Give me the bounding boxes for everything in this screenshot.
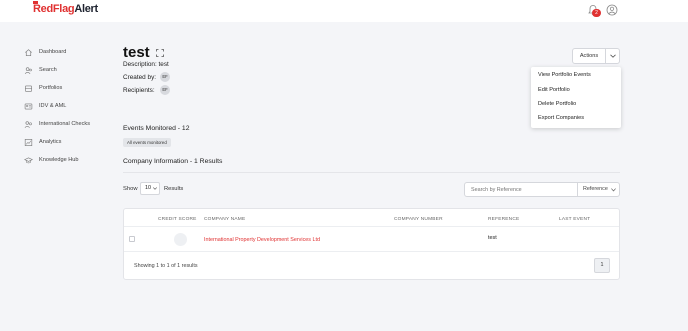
search-reference-input[interactable]: [464, 182, 578, 197]
description-value: test: [158, 61, 169, 68]
search-people-icon: [24, 66, 32, 74]
created-by-avatar[interactable]: EF: [160, 72, 170, 82]
brand-logo[interactable]: RedFlagAlert: [33, 3, 98, 15]
sidebar-item-dashboard[interactable]: Dashboard: [24, 46, 119, 58]
menu-item-export-companies[interactable]: Export Companies: [538, 115, 584, 121]
reference-cell: test: [488, 235, 497, 241]
logo-text-red: Red: [33, 3, 53, 15]
sidebar-item-label: IDV & AML: [39, 103, 67, 109]
companies-table: CREDIT SCORE COMPANY NAME COMPANY NUMBER…: [123, 208, 620, 280]
menu-item-delete-portfolio[interactable]: Delete Portfolio: [538, 101, 576, 107]
recipient-avatar[interactable]: EF: [160, 85, 170, 95]
logo-text-flag: Flag: [52, 3, 75, 15]
sidebar-item-label: International Checks: [39, 121, 90, 127]
header-divider: [124, 226, 619, 227]
actions-menu: View Portfolio Events Edit Portfolio Del…: [531, 67, 621, 128]
chevron-down-icon: [153, 187, 157, 190]
company-info-heading: Company Information - 1 Results: [123, 158, 223, 165]
graduation-cap-icon: [24, 156, 33, 163]
menu-item-edit-portfolio[interactable]: Edit Portfolio: [538, 87, 570, 93]
page-size-select[interactable]: 10: [140, 182, 160, 195]
sidebar-item-portfolios[interactable]: Portfolios: [24, 82, 119, 94]
sidebar-item-analytics[interactable]: Analytics: [24, 136, 119, 148]
sidebar-item-label: Portfolios: [39, 85, 63, 91]
analytics-icon: [24, 138, 33, 146]
chevron-down-icon: [611, 188, 616, 192]
actions-toggle[interactable]: [606, 49, 619, 63]
page-title: test: [123, 44, 150, 61]
column-header-credit-score[interactable]: CREDIT SCORE: [158, 217, 197, 222]
sidebar-item-international-checks[interactable]: International Checks: [24, 118, 119, 130]
created-by-label: Created by:: [123, 74, 157, 81]
showing-results-text: Showing 1 to 1 of 1 results: [134, 263, 198, 269]
sidebar-item-knowledge-hub[interactable]: Knowledge Hub: [24, 154, 119, 166]
sidebar-item-label: Search: [39, 67, 57, 73]
row-checkbox[interactable]: [129, 236, 135, 242]
sidebar-item-search[interactable]: Search: [24, 64, 119, 76]
sidebar-item-label: Analytics: [39, 139, 62, 145]
pagination-page-button[interactable]: 1: [594, 258, 610, 273]
notification-count-badge: 2: [592, 9, 601, 17]
search-filter-select[interactable]: Reference: [577, 182, 620, 197]
footer-divider: [124, 251, 619, 252]
section-divider: [123, 172, 620, 173]
company-name-link[interactable]: International Property Development Servi…: [204, 237, 320, 243]
logo-text-alert: Alert: [74, 3, 98, 15]
home-icon: [25, 48, 32, 56]
actions-button-label[interactable]: Actions: [573, 49, 606, 63]
sidebar-item-label: Dashboard: [39, 49, 67, 55]
column-header-company-name[interactable]: COMPANY NAME: [204, 217, 245, 222]
events-tag: All events monitored: [123, 138, 171, 147]
user-account-icon[interactable]: [606, 4, 618, 16]
sidebar-item-idv-aml[interactable]: IDV & AML: [24, 100, 119, 112]
expand-icon[interactable]: [156, 49, 164, 57]
column-header-reference[interactable]: REFERENCE: [488, 217, 519, 222]
menu-item-view-portfolio-events[interactable]: View Portfolio Events: [538, 72, 591, 78]
chevron-down-icon: [609, 54, 616, 58]
actions-dropdown[interactable]: Actions: [572, 48, 620, 64]
events-monitored-heading: Events Monitored - 12: [123, 125, 190, 132]
sidebar-item-label: Knowledge Hub: [39, 157, 79, 163]
results-label: Results: [164, 186, 184, 192]
id-card-icon: [24, 103, 33, 109]
column-header-company-number[interactable]: COMPANY NUMBER: [394, 217, 443, 222]
top-bar: RedFlagAlert 2: [0, 0, 688, 22]
description-line: Description: test: [123, 61, 169, 68]
international-people-icon: [24, 120, 32, 128]
search-filter-value: Reference: [583, 186, 608, 192]
page-size-value: 10: [145, 185, 151, 191]
portfolio-icon: [25, 85, 32, 92]
recipients-label: Recipients:: [123, 87, 155, 94]
description-label: Description:: [123, 61, 157, 68]
show-label: Show: [123, 186, 138, 192]
column-header-last-event[interactable]: LAST EVENT: [559, 217, 590, 222]
credit-score-indicator: [174, 233, 187, 246]
